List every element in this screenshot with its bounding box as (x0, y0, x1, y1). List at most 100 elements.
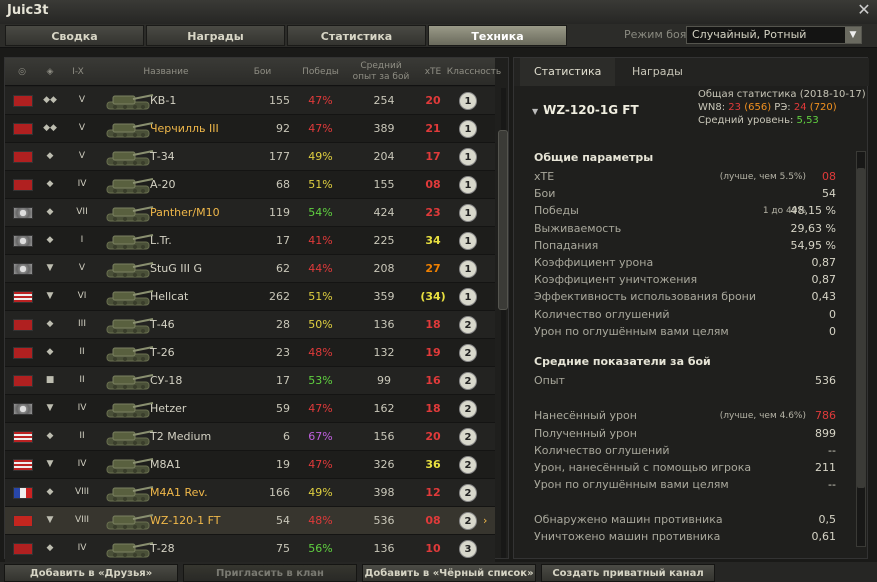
header-xte[interactable]: xTE (415, 58, 451, 86)
details-scrollbar[interactable] (857, 168, 865, 488)
invite-clan-button[interactable]: Пригласить в клан (183, 564, 357, 582)
tab-awards[interactable]: Награды (146, 25, 285, 46)
stat-value: 899 (815, 427, 836, 440)
table-row[interactable]: ◆ VIII M4A1 Rev. 166 49% 398 12 2 (5, 479, 495, 507)
wins: 49% (308, 150, 333, 163)
xte: 18 (425, 402, 441, 415)
header-battles[interactable]: Бои (235, 58, 290, 86)
xte: 16 (425, 374, 441, 387)
tab-details-stats[interactable]: Статистика (520, 58, 616, 86)
stat-value: 786 (815, 409, 836, 422)
stat-value: 0,5 (818, 513, 837, 526)
avg-xp: 99 (377, 374, 391, 387)
header-name[interactable]: Название (103, 58, 229, 86)
create-channel-button[interactable]: Создать приватный канал (541, 564, 715, 582)
table-row[interactable]: ◆ II T2 Medium 6 67% 156 20 2 (5, 423, 495, 451)
ussr-flag-icon (13, 95, 33, 107)
tank-icon (103, 117, 155, 140)
avg-xp: 359 (373, 290, 395, 303)
header-tier[interactable]: I-X (63, 58, 93, 86)
table-row[interactable]: ◆◆ V Черчилль III 92 47% 389 21 1 (5, 115, 495, 143)
tank-type-icon: ▼ (46, 263, 54, 273)
stat-value: 29,63 % (790, 221, 836, 235)
battles: 92 (276, 122, 290, 135)
class-badge-icon: 1 (459, 204, 477, 222)
stat-value: 0,43 (811, 290, 837, 304)
wins: 41% (308, 234, 333, 247)
stat-hint: (лучше, чем 5.5%) (719, 172, 806, 182)
table-row[interactable]: ▼ V StuG III G 62 44% 208 27 1 (5, 255, 495, 283)
avg-xp: 326 (373, 458, 395, 471)
globe-icon[interactable]: ◎ (9, 58, 35, 86)
vehicle-name: WZ-120-1 FT (150, 514, 221, 527)
tank-icon (103, 145, 155, 168)
battles: 155 (269, 94, 290, 107)
table-row[interactable]: ◆ IV А-20 68 51% 155 08 1 (5, 171, 495, 199)
stat-label: Попадания (534, 238, 599, 252)
battles: 75 (276, 542, 290, 555)
fr-flag-icon (13, 487, 33, 499)
stat-label: xTE (534, 170, 555, 183)
wn8-value: 23 (728, 102, 742, 113)
xte: 21 (425, 122, 441, 135)
table-scrollbar[interactable] (498, 130, 508, 310)
table-row[interactable]: ◆ III Т-46 28 50% 136 18 2 (5, 311, 495, 339)
table-row[interactable]: ◆◆ V КВ-1 155 47% 254 20 1 (5, 87, 495, 115)
tab-vehicles[interactable]: Техника (428, 25, 567, 46)
ger-flag-icon (13, 403, 33, 415)
header-wins[interactable]: Победы (293, 58, 348, 86)
close-icon[interactable]: ✕ (855, 1, 873, 19)
table-row[interactable]: ▼ IV M8A1 19 47% 326 36 2 (5, 451, 495, 479)
table-row[interactable]: ◆ VII Panther/M10 119 54% 424 23 1 (5, 199, 495, 227)
battle-mode-label: Режим боя: (624, 28, 691, 41)
class-badge-icon: 2 (459, 372, 477, 390)
table-row[interactable]: ▼ VI Hellcat 262 51% 359 (34) 1 (5, 283, 495, 311)
avg-level-label: Средний уровень: (698, 115, 794, 126)
battle-mode-select[interactable]: Случайный, Ротный ▼ (686, 26, 862, 44)
xte: 10 (425, 542, 441, 555)
add-blacklist-button[interactable]: Добавить в «Чёрный список» (362, 564, 536, 582)
add-friend-button[interactable]: Добавить в «Друзья» (4, 564, 178, 582)
battles: 59 (276, 402, 290, 415)
table-row[interactable]: ◆ II Т-26 23 48% 132 19 2 (5, 339, 495, 367)
tier: II (79, 375, 85, 385)
stat-label: Количество оглушений (534, 307, 670, 321)
class-badge-icon: 1 (459, 92, 477, 110)
tier: V (78, 95, 86, 105)
avg-xp: 156 (373, 430, 395, 443)
stat-label: Нанесённый урон (534, 409, 637, 422)
tank-type-icon: ◆ (46, 235, 54, 245)
stat-row: Попадания 54,95 % (534, 239, 836, 256)
tank-type-icon: ◆ (46, 319, 54, 329)
vehicle-name: Т-26 (150, 346, 175, 359)
table-row[interactable]: ◆ V Т-34 177 49% 204 17 1 (5, 143, 495, 171)
battles: 177 (269, 150, 290, 163)
table-row[interactable]: ■ II СУ-18 17 53% 99 16 2 (5, 367, 495, 395)
vehicle-name: КВ-1 (150, 94, 177, 107)
xte: 12 (425, 486, 441, 499)
tab-details-awards[interactable]: Награды (618, 58, 697, 86)
tank-type-icon: ◆ (46, 179, 54, 189)
table-row[interactable]: ◆ IV Т-28 75 56% 136 10 3 (5, 535, 495, 563)
xte: 27 (425, 262, 441, 275)
wins: 47% (308, 458, 333, 471)
battles: 17 (276, 234, 290, 247)
table-row[interactable]: ◆ I L.Tr. 17 41% 225 34 1 (5, 227, 495, 255)
tab-summary[interactable]: Сводка (5, 25, 144, 46)
header-avg-xp[interactable]: Средний опыт за бой (350, 58, 412, 86)
stat-label: Полученный урон (534, 427, 637, 440)
stat-value: 0,87 (811, 273, 837, 287)
table-row[interactable]: ▼ VIII WZ-120-1 FT 54 48% 536 08 2 › (5, 507, 495, 535)
header-class[interactable]: Классность (447, 58, 501, 86)
xte: 20 (425, 430, 441, 443)
ussr-flag-icon (13, 375, 33, 387)
wins: 44% (308, 262, 333, 275)
stat-label: Коэффициент уничтожения (534, 273, 698, 287)
battles: 54 (276, 514, 290, 527)
tab-statistics[interactable]: Статистика (287, 25, 426, 46)
tank-type-icon[interactable]: ◈ (37, 58, 63, 86)
table-row[interactable]: ▼ IV Hetzer 59 47% 162 18 2 (5, 395, 495, 423)
vehicle-title[interactable]: ▼ WZ-120-1G FT (532, 103, 639, 117)
xte: 23 (425, 206, 441, 219)
tank-icon (103, 369, 155, 392)
